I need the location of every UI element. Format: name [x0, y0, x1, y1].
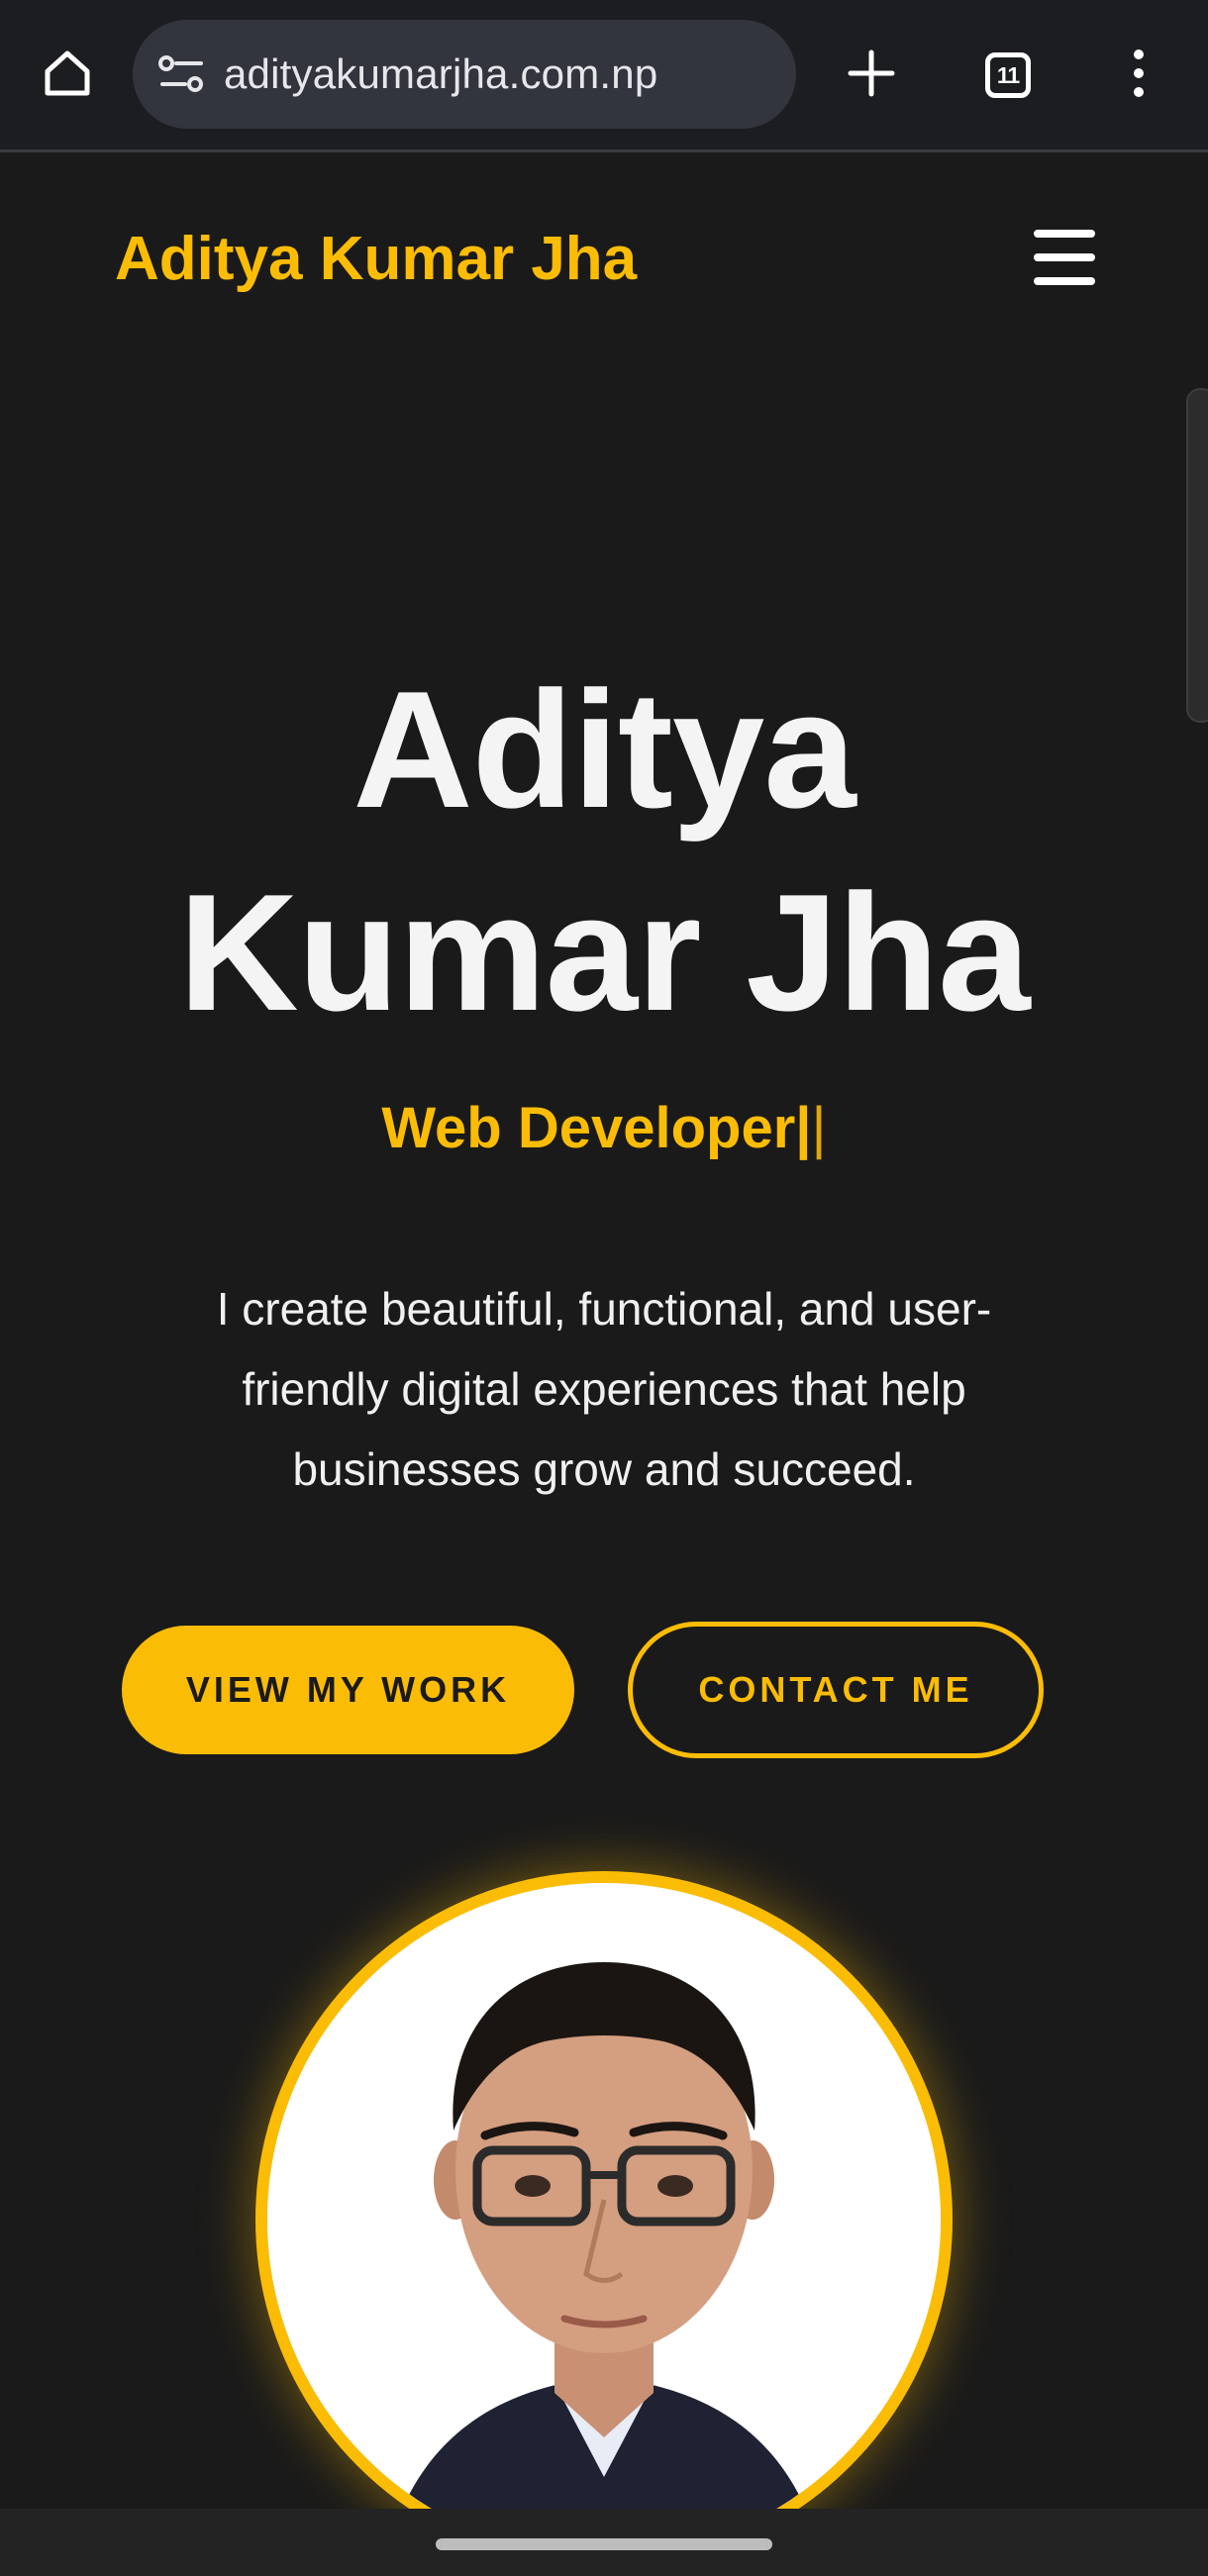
tab-count: 11	[996, 61, 1020, 88]
home-icon	[40, 46, 95, 106]
new-tab-button[interactable]	[834, 38, 909, 113]
more-vert-icon	[1129, 48, 1149, 104]
typing-cursor: |	[811, 1096, 827, 1160]
tab-switcher-icon: 11	[985, 52, 1031, 98]
view-my-work-button[interactable]: VIEW MY WORK	[122, 1626, 574, 1754]
profile-portrait-illustration	[267, 1883, 941, 2556]
hamburger-line	[1034, 253, 1095, 261]
browser-menu-button[interactable]	[1101, 38, 1176, 113]
role-text: Web Developer|	[381, 1096, 812, 1160]
hero-description: I create beautiful, functional, and user…	[149, 1269, 1059, 1510]
system-navigation-bar	[0, 2509, 1208, 2576]
hero-title-line: Aditya	[352, 656, 856, 842]
plus-icon	[847, 49, 896, 103]
description-line: I create beautiful, functional, and user…	[216, 1283, 992, 1335]
address-bar[interactable]: adityakumarjha.com.np	[133, 20, 796, 129]
contact-me-button[interactable]: CONTACT ME	[628, 1622, 1044, 1758]
tab-switcher-button[interactable]: 11	[970, 38, 1046, 113]
hero-title: Aditya Kumar Jha	[0, 648, 1208, 1054]
home-button[interactable]	[30, 38, 105, 113]
site-header: Aditya Kumar Jha	[0, 152, 1208, 370]
site-logo-text[interactable]: Aditya Kumar Jha	[115, 224, 637, 294]
gesture-handle[interactable]	[436, 2538, 772, 2550]
description-line: friendly digital experiences that help	[242, 1363, 966, 1415]
tune-icon[interactable]	[154, 47, 210, 102]
description-line: businesses grow and succeed.	[292, 1443, 916, 1495]
hero-role: Web Developer||	[0, 1095, 1208, 1161]
browser-toolbar: adityakumarjha.com.np 11	[0, 0, 1208, 152]
hamburger-line	[1034, 277, 1095, 285]
hamburger-line	[1034, 230, 1095, 238]
hero-title-line: Kumar Jha	[178, 859, 1030, 1045]
hamburger-menu-icon[interactable]	[1030, 226, 1099, 289]
url-text[interactable]: adityakumarjha.com.np	[224, 50, 657, 98]
profile-photo	[255, 1871, 953, 2568]
